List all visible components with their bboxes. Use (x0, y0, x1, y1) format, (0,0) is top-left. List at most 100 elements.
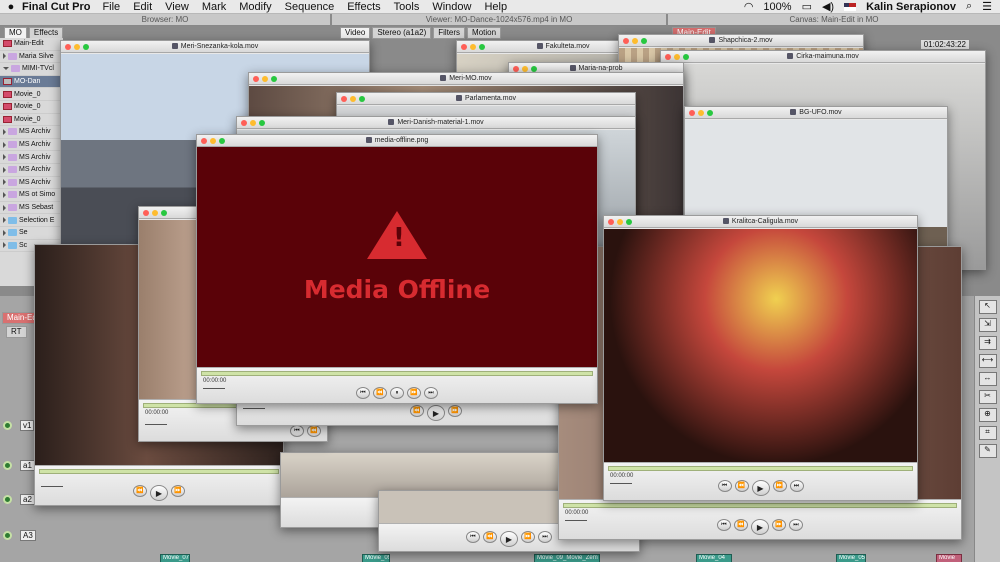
selection-tool-icon[interactable]: ↖ (978, 300, 997, 314)
browser-item[interactable]: MO-Dan (0, 75, 63, 89)
browser-item[interactable]: Movie_0 (0, 114, 63, 127)
disclosure-triangle-icon[interactable] (3, 229, 6, 236)
browser-item[interactable]: Se (0, 227, 63, 240)
rewind-button[interactable]: ⏪ (483, 531, 497, 543)
play-button[interactable]: ▶ (500, 531, 518, 547)
menu-mark[interactable]: Mark (202, 1, 226, 13)
tab-video[interactable]: Video (340, 27, 371, 39)
menu-modify[interactable]: Modify (239, 1, 271, 13)
window-controls[interactable] (461, 44, 485, 50)
volume-slider[interactable] (610, 483, 632, 487)
disclosure-triangle-icon[interactable] (3, 67, 9, 71)
browser-item[interactable]: Main-Edit (0, 38, 63, 51)
browser-item[interactable]: Selection E (0, 214, 63, 227)
next-button[interactable]: ⏭ (789, 480, 804, 492)
browser-item[interactable]: MS ot Simo (0, 189, 63, 202)
previous-button[interactable]: ⏮ (717, 519, 731, 531)
timeline-clip[interactable]: Movie_05 (836, 554, 866, 562)
disclosure-triangle-icon[interactable] (3, 204, 6, 211)
fast-forward-button[interactable]: ⏩ (448, 405, 462, 417)
window-controls[interactable] (689, 110, 713, 116)
apple-menu-icon[interactable]: ● (0, 1, 22, 13)
rewind-button[interactable]: ⏪ (410, 405, 424, 417)
app-menu[interactable]: Final Cut Pro (22, 1, 90, 13)
disclosure-triangle-icon[interactable] (3, 154, 6, 161)
scrubber[interactable] (563, 503, 957, 508)
browser-item[interactable]: MIMI-TVcl (0, 63, 63, 76)
menu-window[interactable]: Window (432, 1, 471, 13)
disclosure-triangle-icon[interactable] (3, 217, 6, 224)
rewind-button[interactable]: ⏪ (734, 480, 749, 492)
browser-item[interactable]: MS Archiv (0, 164, 63, 177)
window-titlebar[interactable]: Meri-MO.mov (249, 73, 683, 85)
menu-sequence[interactable]: Sequence (285, 1, 335, 13)
play-button[interactable]: ▶ (751, 519, 769, 535)
window-controls[interactable] (608, 219, 632, 225)
fast-forward-button[interactable]: ⏩ (171, 485, 185, 497)
input-source-flag-icon[interactable] (844, 2, 857, 11)
player-window-kralitca-caligula[interactable]: Kralitca-Caligula.mov 00:00:00 ⏮ ⏪ ▶ ⏩ ⏭ (603, 215, 918, 501)
volume-icon[interactable]: ◀) (822, 0, 834, 13)
browser-item[interactable]: Movie_0 (0, 101, 63, 114)
window-controls[interactable] (341, 96, 365, 102)
menu-file[interactable]: File (102, 1, 120, 13)
volume-slider[interactable] (565, 520, 587, 524)
browser-item[interactable]: MS Archiv (0, 151, 63, 164)
disclosure-triangle-icon[interactable] (3, 53, 6, 60)
track-visibility-icon[interactable] (3, 421, 12, 430)
disclosure-triangle-icon[interactable] (3, 128, 6, 135)
roll-tool-icon[interactable]: ⟷ (978, 354, 997, 368)
tab-stereo[interactable]: Stereo (a1a2) (372, 27, 432, 39)
window-titlebar[interactable]: Parlamenta.mov (337, 93, 635, 105)
track-audio-icon[interactable] (3, 495, 12, 504)
scrubber[interactable] (608, 466, 913, 471)
next-button[interactable]: ⏭ (538, 531, 552, 543)
wifi-icon[interactable]: ◠ (744, 0, 754, 13)
timeline-clip[interactable]: Movie_09_Movie_Zem (534, 554, 600, 562)
rewind-button[interactable]: ⏪ (373, 387, 387, 399)
play-button[interactable]: ▶ (427, 405, 445, 421)
browser-item[interactable]: MS Sebast (0, 202, 63, 215)
menu-help[interactable]: Help (484, 1, 507, 13)
fast-forward-button[interactable]: ⏩ (407, 387, 421, 399)
disclosure-triangle-icon[interactable] (3, 179, 6, 186)
window-controls[interactable] (253, 76, 277, 82)
notification-center-icon[interactable]: ☰ (982, 0, 992, 13)
track-label[interactable]: a1 (20, 460, 35, 471)
timeline-clip[interactable]: Movie_07 (160, 554, 190, 562)
volume-slider[interactable] (145, 424, 167, 428)
window-titlebar[interactable]: Kralitca-Caligula.mov (604, 216, 917, 228)
spotlight-search-icon[interactable]: ⌕ (966, 0, 972, 13)
rewind-button[interactable]: ⏪ (307, 425, 321, 437)
volume-slider[interactable] (203, 388, 225, 392)
window-controls[interactable] (623, 38, 647, 44)
user-name[interactable]: Kalin Serapionov (866, 1, 956, 13)
razor-tool-icon[interactable]: ✂ (978, 390, 997, 404)
disclosure-triangle-icon[interactable] (3, 141, 6, 148)
fast-forward-button[interactable]: ⏩ (521, 531, 535, 543)
play-button[interactable]: ▶ (150, 485, 168, 501)
previous-button[interactable]: ⏮ (717, 480, 732, 492)
disclosure-triangle-icon[interactable] (3, 191, 6, 198)
disclosure-triangle-icon[interactable] (3, 242, 6, 249)
previous-button[interactable]: ⏮ (466, 531, 480, 543)
tab-motion[interactable]: Motion (467, 27, 502, 39)
pause-button[interactable]: ⏸ (390, 387, 404, 399)
browser-item[interactable]: MS Archiv (0, 126, 63, 139)
window-titlebar[interactable]: media-offline.png (197, 135, 597, 147)
fast-forward-button[interactable]: ⏩ (772, 480, 787, 492)
window-titlebar[interactable]: Meri-Danish-material-1.mov (237, 117, 635, 129)
battery-status[interactable]: 100% (763, 1, 791, 13)
window-titlebar[interactable]: Meri-Snezanka-kola.mov (61, 41, 369, 53)
menu-tools[interactable]: Tools (394, 1, 420, 13)
edit-select-tool-icon[interactable]: ⇲ (978, 318, 997, 332)
window-titlebar[interactable]: Cirka-maimuna.mov (661, 51, 985, 63)
scrubber[interactable] (39, 469, 279, 474)
rewind-button[interactable]: ⏪ (133, 485, 147, 497)
track-label[interactable]: v1 (20, 420, 35, 431)
window-controls[interactable] (143, 210, 167, 216)
canvas-timecode[interactable]: 01:02:43:22 (919, 39, 970, 50)
next-button[interactable]: ⏭ (789, 519, 803, 531)
browser-item[interactable]: Maria Silve (0, 51, 63, 64)
window-controls[interactable] (665, 54, 689, 60)
